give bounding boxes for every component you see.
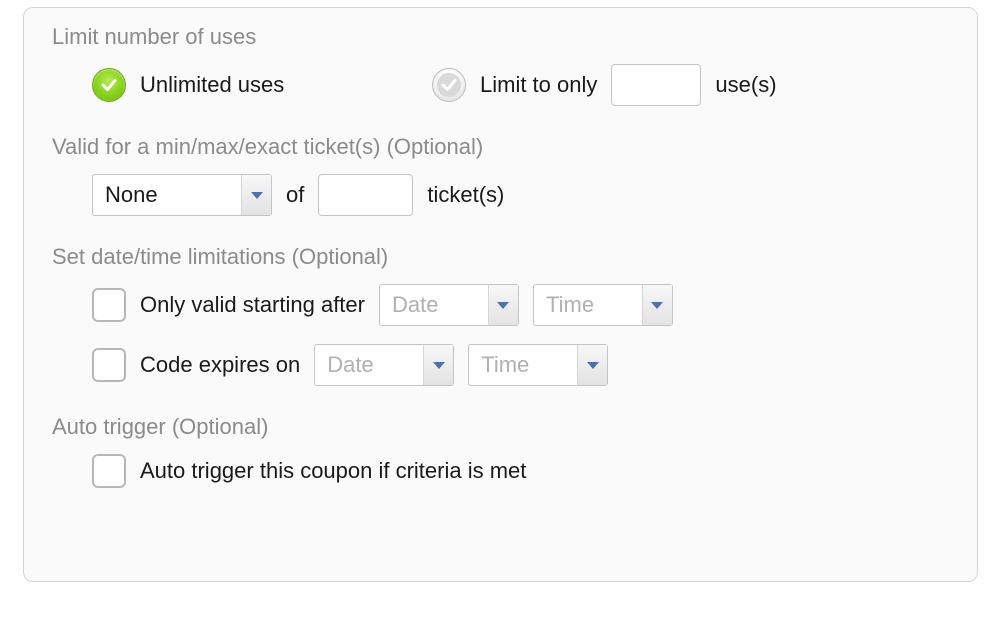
limit-uses-row: Unlimited uses Limit to only use(s) [92, 64, 949, 106]
expire-date-select[interactable]: Date [314, 344, 454, 386]
expire-time-placeholder: Time [469, 352, 541, 378]
uses-count-input[interactable] [611, 64, 701, 106]
expire-time-select[interactable]: Time [468, 344, 608, 386]
ticket-count-input[interactable] [318, 174, 413, 216]
validity-type-value: None [93, 182, 170, 208]
valid-starting-checkbox[interactable] [92, 288, 126, 322]
valid-starting-row: Only valid starting after Date Time [92, 284, 949, 326]
code-expires-row: Code expires on Date Time [92, 344, 949, 386]
uses-suffix-label: use(s) [715, 72, 776, 98]
unlimited-uses-option[interactable]: Unlimited uses [92, 68, 432, 102]
expire-date-placeholder: Date [315, 352, 385, 378]
radio-unselected-icon [432, 68, 466, 102]
datetime-title: Set date/time limitations (Optional) [52, 244, 949, 270]
check-circle-icon [92, 68, 126, 102]
auto-trigger-checkbox[interactable] [92, 454, 126, 488]
auto-trigger-label: Auto trigger this coupon if criteria is … [140, 458, 526, 484]
checkmark-icon [100, 76, 118, 94]
unlimited-uses-label: Unlimited uses [140, 72, 284, 98]
code-expires-checkbox[interactable] [92, 348, 126, 382]
tickets-suffix-label: ticket(s) [427, 182, 504, 208]
code-expires-label: Code expires on [140, 352, 300, 378]
chevron-down-icon [241, 175, 271, 215]
validity-type-select[interactable]: None [92, 174, 272, 216]
coupon-settings-panel: Limit number of uses Unlimited uses Limi… [23, 7, 978, 582]
limit-uses-title: Limit number of uses [52, 24, 949, 50]
chevron-down-icon [423, 345, 453, 385]
chevron-down-icon [642, 285, 672, 325]
auto-trigger-row: Auto trigger this coupon if criteria is … [92, 454, 949, 488]
valid-starting-label: Only valid starting after [140, 292, 365, 318]
start-date-select[interactable]: Date [379, 284, 519, 326]
checkmark-dim-icon [440, 76, 458, 94]
limit-to-only-option[interactable]: Limit to only use(s) [432, 64, 777, 106]
chevron-down-icon [488, 285, 518, 325]
start-time-select[interactable]: Time [533, 284, 673, 326]
limit-to-only-label: Limit to only [480, 72, 597, 98]
valid-for-row: None of ticket(s) [92, 174, 949, 216]
auto-trigger-title: Auto trigger (Optional) [52, 414, 949, 440]
valid-for-title: Valid for a min/max/exact ticket(s) (Opt… [52, 134, 949, 160]
chevron-down-icon [577, 345, 607, 385]
of-label: of [286, 182, 304, 208]
start-time-placeholder: Time [534, 292, 606, 318]
start-date-placeholder: Date [380, 292, 450, 318]
